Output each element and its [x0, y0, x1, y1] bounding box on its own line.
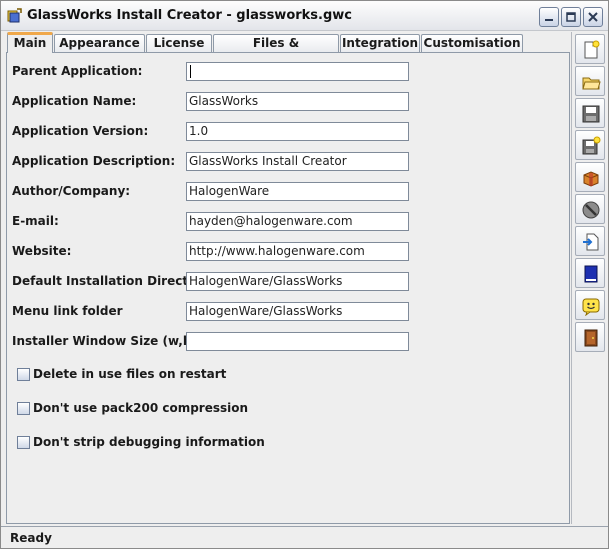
application-description-input[interactable]: GlassWorks Install Creator [186, 152, 409, 171]
tab-main[interactable]: Main [7, 32, 53, 53]
save-disk-icon [582, 105, 600, 123]
close-icon [588, 12, 598, 22]
stop-button[interactable] [575, 194, 605, 224]
no-pack200-label: Don't use pack200 compression [33, 401, 249, 415]
email-input[interactable]: hayden@halogenware.com [186, 212, 409, 231]
open-button[interactable] [575, 66, 605, 96]
main-tab-panel: Parent Application: Application Name: Gl… [6, 52, 570, 524]
app-logo-icon [7, 8, 23, 24]
close-button[interactable] [583, 7, 603, 27]
maximize-button[interactable] [561, 7, 581, 27]
build-button[interactable] [575, 162, 605, 192]
application-version-input[interactable]: 1.0 [186, 122, 409, 141]
import-button[interactable] [575, 226, 605, 256]
new-button[interactable] [575, 34, 605, 64]
save-button[interactable] [575, 98, 605, 128]
application-name-input[interactable]: GlassWorks [186, 92, 409, 111]
author-company-label: Author/Company: [12, 184, 131, 198]
help-book-button[interactable] [575, 258, 605, 288]
no-strip-debug-checkbox[interactable] [17, 436, 30, 449]
side-toolbar [571, 32, 607, 524]
smiley-icon [582, 298, 600, 316]
title-bar[interactable]: GlassWorks Install Creator - glassworks.… [1, 1, 608, 31]
maximize-icon [566, 12, 576, 22]
author-company-input[interactable]: HalogenWare [186, 182, 409, 201]
email-label: E-mail: [12, 214, 59, 228]
application-version-label: Application Version: [12, 124, 149, 138]
save-as-button[interactable] [575, 130, 605, 160]
tab-files-directories[interactable]: Files & Directories [213, 34, 339, 67]
minimize-icon [545, 19, 553, 21]
menu-link-folder-input[interactable]: HalogenWare/GlassWorks [186, 302, 409, 321]
delete-in-use-files-checkbox[interactable] [17, 368, 30, 381]
installer-window-size-label: Installer Window Size (w,h): [12, 334, 202, 348]
tab-customisation[interactable]: Customisation [421, 34, 523, 53]
menu-link-folder-label: Menu link folder [12, 304, 123, 318]
new-file-icon [584, 40, 600, 59]
default-installation-directory-label: Default Installation Directory: [12, 274, 215, 288]
open-folder-icon [582, 77, 601, 90]
app-window: GlassWorks Install Creator - glassworks.… [0, 0, 609, 549]
book-icon [584, 265, 598, 283]
parent-application-input[interactable] [186, 62, 409, 81]
tab-license[interactable]: License [146, 34, 212, 53]
exit-button[interactable] [575, 322, 605, 352]
status-text: Ready [10, 531, 52, 545]
exit-door-icon [584, 329, 598, 347]
tab-appearance[interactable]: Appearance [54, 34, 145, 53]
no-pack200-checkbox[interactable] [17, 402, 30, 415]
parent-application-label: Parent Application: [12, 64, 143, 78]
website-label: Website: [12, 244, 72, 258]
website-input[interactable]: http://www.halogenware.com [186, 242, 409, 261]
import-icon [583, 233, 599, 251]
build-package-icon [583, 171, 599, 187]
delete-in-use-files-label: Delete in use files on restart [33, 367, 227, 381]
no-strip-debug-label: Don't strip debugging information [33, 435, 265, 449]
minimize-button[interactable] [539, 7, 559, 27]
status-bar: Ready [1, 526, 608, 548]
application-description-label: Application Description: [12, 154, 176, 168]
tab-integration[interactable]: Integration [340, 34, 420, 53]
window-title: GlassWorks Install Creator - glassworks.… [27, 8, 353, 23]
stop-icon [582, 201, 600, 219]
text-caret [190, 65, 191, 78]
save-as-icon [582, 136, 601, 155]
installer-window-size-input[interactable] [186, 332, 409, 351]
about-button[interactable] [575, 290, 605, 320]
default-installation-directory-input[interactable]: HalogenWare/GlassWorks [186, 272, 409, 291]
application-name-label: Application Name: [12, 94, 137, 108]
